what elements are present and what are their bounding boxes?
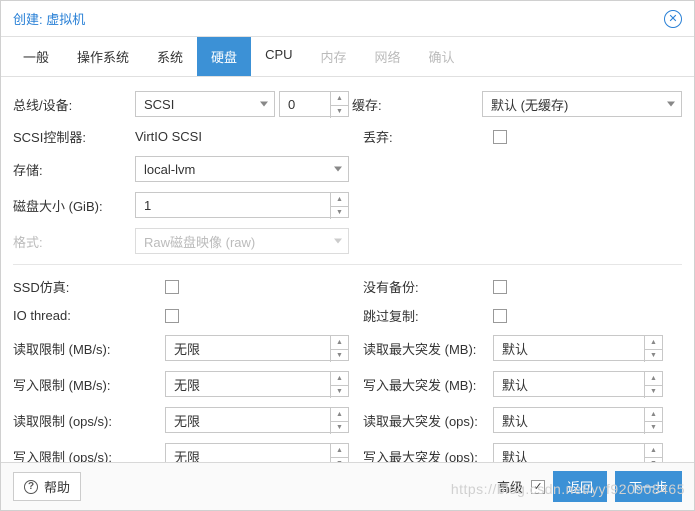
- advanced-checkbox[interactable]: [531, 480, 545, 494]
- spinner-icon[interactable]: ▲▼: [644, 408, 662, 434]
- storage-value: local-lvm: [144, 162, 195, 177]
- discard-checkbox[interactable]: [493, 130, 507, 144]
- format-value: Raw磁盘映像 (raw): [144, 232, 255, 251]
- advanced-label: 高级: [497, 477, 523, 496]
- chevron-down-icon: [260, 102, 268, 107]
- separator: [13, 264, 682, 265]
- spinner-icon[interactable]: ▲▼: [330, 193, 348, 219]
- write-limit-ops-input[interactable]: 无限 ▲▼: [165, 443, 349, 462]
- spinner-icon[interactable]: ▲▼: [330, 92, 348, 118]
- label-write-max-burst-ops: 写入最大突发 (ops):: [363, 447, 493, 463]
- label-cache: 缓存:: [352, 95, 482, 114]
- cache-select[interactable]: 默认 (无缓存): [482, 91, 682, 117]
- label-write-limit-ops: 写入限制 (ops/s):: [13, 447, 165, 463]
- help-button[interactable]: ? 帮助: [13, 472, 81, 501]
- chevron-down-icon: [667, 102, 675, 107]
- back-button[interactable]: 返回: [553, 471, 607, 502]
- spinner-icon[interactable]: ▲▼: [644, 444, 662, 462]
- label-io-thread: IO thread:: [13, 308, 165, 323]
- spinner-icon[interactable]: ▲▼: [330, 336, 348, 362]
- disk-size-input[interactable]: 1 ▲▼: [135, 192, 349, 218]
- label-read-limit-ops: 读取限制 (ops/s):: [13, 411, 165, 430]
- device-index-value: 0: [288, 97, 295, 112]
- device-index-input[interactable]: 0 ▲▼: [279, 91, 349, 117]
- read-max-burst-mb-input[interactable]: 默认 ▲▼: [493, 335, 663, 361]
- label-write-max-burst-mb: 写入最大突发 (MB):: [363, 375, 493, 394]
- read-limit-mb-input[interactable]: 无限 ▲▼: [165, 335, 349, 361]
- dialog-footer: ? 帮助 高级 返回 下一步: [1, 462, 694, 510]
- footer-right: 高级 返回 下一步: [497, 471, 682, 502]
- label-read-max-burst-mb: 读取最大突发 (MB):: [363, 339, 493, 358]
- tab-general[interactable]: 一般: [9, 37, 63, 76]
- spinner-icon[interactable]: ▲▼: [330, 372, 348, 398]
- label-bus-device: 总线/设备:: [13, 95, 135, 114]
- read-limit-ops-input[interactable]: 无限 ▲▼: [165, 407, 349, 433]
- disk-size-value: 1: [144, 198, 151, 213]
- label-scsi-controller: SCSI控制器:: [13, 127, 135, 146]
- tab-cpu[interactable]: CPU: [251, 37, 306, 76]
- spinner-icon[interactable]: ▲▼: [330, 444, 348, 462]
- label-skip-replication: 跳过复制:: [363, 306, 493, 325]
- label-disk-size: 磁盘大小 (GiB):: [13, 196, 135, 215]
- ssd-emulation-checkbox[interactable]: [165, 280, 179, 294]
- label-format: 格式:: [13, 232, 135, 251]
- dialog-body: 总线/设备: SCSI 0 ▲▼ 缓存: 默认 (无缓存) SCSI控制器: V…: [1, 77, 694, 462]
- chevron-down-icon: [334, 239, 342, 244]
- no-backup-checkbox[interactable]: [493, 280, 507, 294]
- tab-memory: 内存: [307, 37, 361, 76]
- tab-os[interactable]: 操作系统: [63, 37, 143, 76]
- help-label: 帮助: [44, 477, 70, 496]
- label-write-limit-mb: 写入限制 (MB/s):: [13, 375, 165, 394]
- read-max-burst-ops-input[interactable]: 默认 ▲▼: [493, 407, 663, 433]
- label-no-backup: 没有备份:: [363, 277, 493, 296]
- bus-select[interactable]: SCSI: [135, 91, 275, 117]
- spinner-icon[interactable]: ▲▼: [644, 336, 662, 362]
- skip-replication-checkbox[interactable]: [493, 309, 507, 323]
- dialog-title: 创建: 虚拟机: [13, 9, 85, 28]
- create-vm-dialog: 创建: 虚拟机 ✕ 一般 操作系统 系统 硬盘 CPU 内存 网络 确认 总线/…: [0, 0, 695, 511]
- storage-select[interactable]: local-lvm: [135, 156, 349, 182]
- format-select: Raw磁盘映像 (raw): [135, 228, 349, 254]
- tab-network: 网络: [361, 37, 415, 76]
- write-limit-mb-input[interactable]: 无限 ▲▼: [165, 371, 349, 397]
- label-read-limit-mb: 读取限制 (MB/s):: [13, 339, 165, 358]
- write-max-burst-mb-input[interactable]: 默认 ▲▼: [493, 371, 663, 397]
- scsi-controller-value: VirtIO SCSI: [135, 129, 202, 144]
- spinner-icon[interactable]: ▲▼: [330, 408, 348, 434]
- tab-disk[interactable]: 硬盘: [197, 37, 251, 76]
- close-icon[interactable]: ✕: [664, 10, 682, 28]
- dialog-header: 创建: 虚拟机 ✕: [1, 1, 694, 37]
- label-discard: 丢弃:: [363, 127, 493, 146]
- next-button[interactable]: 下一步: [615, 471, 682, 502]
- tab-system[interactable]: 系统: [143, 37, 197, 76]
- label-storage: 存储:: [13, 160, 135, 179]
- label-read-max-burst-ops: 读取最大突发 (ops):: [363, 411, 493, 430]
- write-max-burst-ops-input[interactable]: 默认 ▲▼: [493, 443, 663, 462]
- label-ssd-emulation: SSD仿真:: [13, 277, 165, 296]
- bus-value: SCSI: [144, 97, 174, 112]
- cache-value: 默认 (无缓存): [491, 95, 568, 114]
- help-icon: ?: [24, 480, 38, 494]
- io-thread-checkbox[interactable]: [165, 309, 179, 323]
- tab-bar: 一般 操作系统 系统 硬盘 CPU 内存 网络 确认: [1, 37, 694, 77]
- spinner-icon[interactable]: ▲▼: [644, 372, 662, 398]
- tab-confirm: 确认: [415, 37, 469, 76]
- chevron-down-icon: [334, 167, 342, 172]
